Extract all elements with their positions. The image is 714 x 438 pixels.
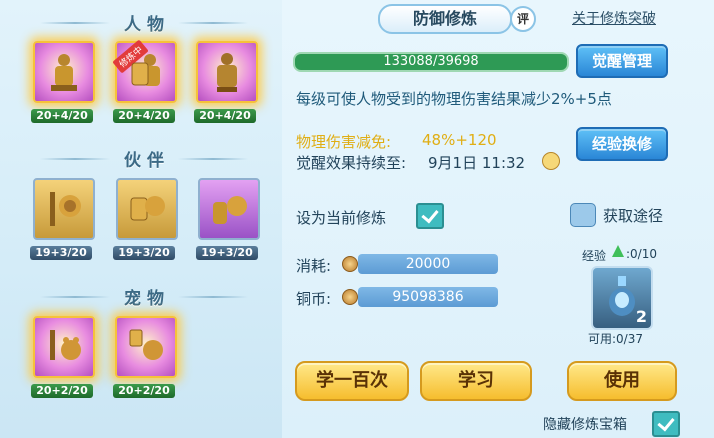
divider <box>40 158 110 160</box>
set-current-checkbox[interactable] <box>416 203 444 229</box>
partner-slot-1[interactable] <box>33 178 95 240</box>
people-level-1: 20+4/20 <box>31 109 93 123</box>
pet-level-2: 20+2/20 <box>113 384 175 398</box>
shield-warrior-icon <box>131 54 160 86</box>
partner-level-3: 19+3/20 <box>196 246 258 260</box>
page-title: 防御修炼 <box>378 4 512 34</box>
duration-value: 9月1日 11:32 <box>428 154 526 172</box>
partner-slot-3[interactable] <box>198 178 260 240</box>
shield-pet-icon <box>129 329 163 360</box>
pet-level-1: 20+2/20 <box>31 384 93 398</box>
divider <box>178 22 248 24</box>
armor-figure-icon <box>217 53 237 92</box>
item-count: 2 <box>635 307 647 326</box>
divider <box>40 296 110 298</box>
exp-label: 经验 <box>582 249 607 263</box>
divider <box>40 22 110 24</box>
exp-progress-bar: 133088/39698 <box>293 52 569 72</box>
awaken-manage-button[interactable]: 觉醒管理 <box>576 44 668 78</box>
cost-label: 消耗: <box>296 257 332 275</box>
study-100-button[interactable]: 学一百次 <box>295 361 409 401</box>
copper-coin-icon <box>342 289 358 305</box>
hide-box-label: 隐藏修炼宝箱 <box>543 417 627 433</box>
partner-slot-2[interactable] <box>116 178 178 240</box>
exp-value: :0/10 <box>626 247 657 261</box>
people-slot-3[interactable] <box>196 41 258 103</box>
cultivation-item-slot[interactable]: 2 <box>591 266 653 330</box>
copper-value: 95098386 <box>358 287 498 307</box>
partner-level-2: 19+3/20 <box>113 246 175 260</box>
sword-lion-icon <box>50 192 81 226</box>
effect-description: 每级可使人物受到的物理伤害结果减少2%+5点 <box>296 90 612 108</box>
coin-icon <box>342 256 358 272</box>
section-title-pets: 宠物 <box>124 289 170 309</box>
shield-lion-icon <box>130 196 165 221</box>
section-title-partners: 伙伴 <box>124 151 170 171</box>
cost-value: 20000 <box>358 254 498 274</box>
obtain-method-link[interactable]: 获取途径 <box>603 205 663 226</box>
about-breakthrough-link[interactable]: 关于修炼突破 <box>572 8 656 28</box>
set-current-label: 设为当前修炼 <box>296 209 387 227</box>
book-icon <box>570 203 596 227</box>
reduction-label: 物理伤害减免: <box>296 133 392 151</box>
use-button[interactable]: 使用 <box>567 361 677 401</box>
available-count: 可用:0/37 <box>588 332 643 346</box>
clock-icon <box>542 152 560 170</box>
rating-badge[interactable]: 评 <box>510 6 536 32</box>
up-arrow-icon <box>612 245 624 257</box>
divider <box>178 296 248 298</box>
partner-level-1: 19+3/20 <box>30 246 92 260</box>
copper-label: 铜币: <box>296 290 332 308</box>
duration-label: 觉醒效果持续至: <box>296 154 407 172</box>
armor-lion-icon <box>213 196 247 224</box>
reduction-value: 48%+120 <box>422 131 497 149</box>
sword-pet-icon <box>50 330 81 360</box>
people-slot-2[interactable]: 修炼中 <box>112 39 177 103</box>
people-slot-1[interactable] <box>33 41 95 103</box>
hide-box-checkbox[interactable] <box>652 411 680 437</box>
section-title-people: 人物 <box>124 15 170 35</box>
character-figure-icon <box>51 54 77 91</box>
study-button[interactable]: 学习 <box>420 361 532 401</box>
vase-icon <box>609 276 635 316</box>
people-level-2: 20+4/20 <box>113 109 175 123</box>
pet-slot-1[interactable] <box>33 316 95 378</box>
divider <box>178 158 248 160</box>
pet-slot-2[interactable] <box>115 316 177 378</box>
people-level-3: 20+4/20 <box>194 109 256 123</box>
exp-exchange-button[interactable]: 经验换修 <box>576 127 668 161</box>
